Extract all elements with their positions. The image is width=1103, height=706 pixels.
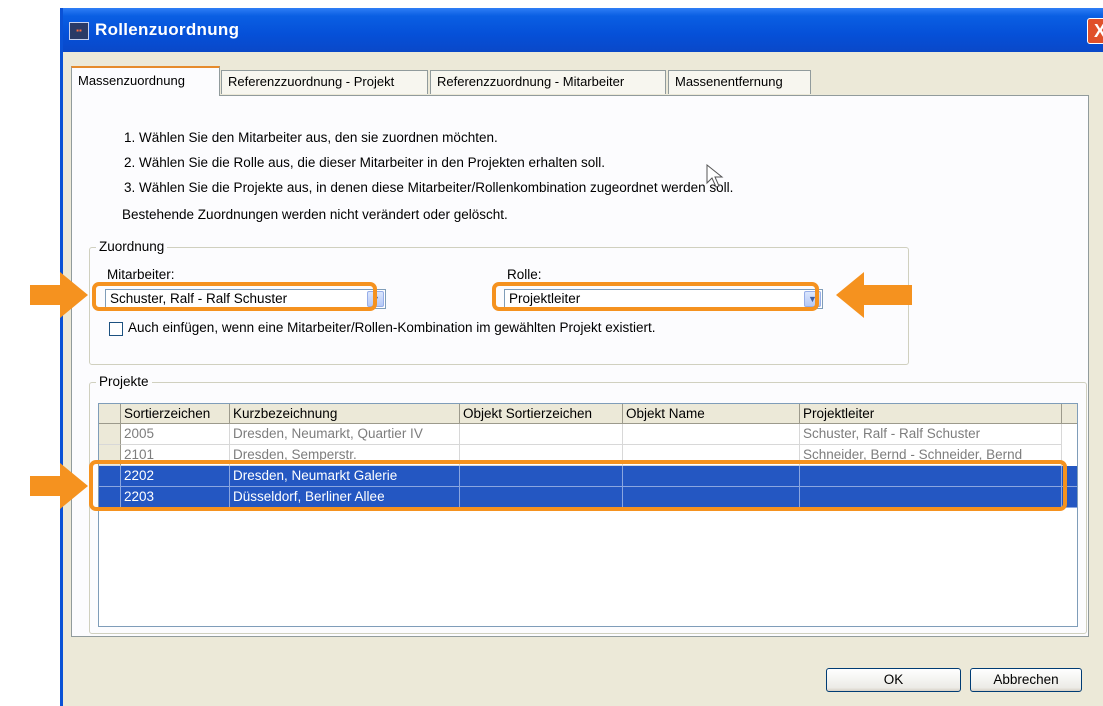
instruction-2: 2. Wählen Sie die Rolle aus, die dieser … (124, 155, 606, 170)
instruction-3: 3. Wählen Sie die Projekte aus, in denen… (124, 180, 734, 195)
tab-referenzzuordnung-projekt[interactable]: Referenzzuordnung - Projekt (221, 70, 428, 94)
cell-objekt-sortierzeichen (460, 424, 623, 445)
column-header-objekt-name[interactable]: Objekt Name (623, 404, 800, 424)
tab-massenzuordnung[interactable]: Massenzuordnung (71, 66, 220, 96)
arrow-left-icon (836, 272, 912, 318)
rolle-highlight-frame (492, 282, 819, 311)
cell-projektleiter: Schuster, Ralf - Ralf Schuster (800, 424, 1062, 445)
selected-rows-highlight-frame (89, 460, 1067, 511)
tab-referenzzuordnung-mitarbeiter[interactable]: Referenzzuordnung - Mitarbeiter (430, 70, 666, 94)
rolle-label: Rolle: (507, 267, 542, 282)
dialog-window: ▪▪ Rollenzuordnung X Massenzuordnung Ref… (60, 8, 1103, 706)
cell-kurzbezeichnung: Dresden, Neumarkt, Quartier IV (230, 424, 460, 445)
mitarbeiter-highlight-frame (92, 282, 377, 311)
arrow-right-icon (30, 463, 88, 509)
instruction-note: Bestehende Zuordnungen werden nicht verä… (122, 207, 508, 222)
column-header-objekt-sortierzeichen[interactable]: Objekt Sortierzeichen (460, 404, 623, 424)
tab-massenentfernung[interactable]: Massenentfernung (668, 70, 811, 94)
arrow-right-icon (30, 272, 88, 318)
ok-button[interactable]: OK (826, 668, 961, 692)
cancel-button[interactable]: Abbrechen (970, 668, 1082, 692)
existing-combination-checkbox[interactable] (109, 322, 123, 336)
zuordnung-legend: Zuordnung (96, 239, 168, 254)
tab-panel-massenzuordnung: 1. Wählen Sie den Mitarbeiter aus, den s… (71, 95, 1089, 637)
column-header-sortierzeichen[interactable]: Sortierzeichen (121, 404, 230, 424)
app-icon: ▪▪ (69, 22, 89, 40)
close-button[interactable]: X (1087, 18, 1103, 44)
column-header-kurzbezeichnung[interactable]: Kurzbezeichnung (230, 404, 460, 424)
existing-combination-label: Auch einfügen, wenn eine Mitarbeiter/Rol… (128, 320, 656, 335)
cell-objekt-name (623, 424, 800, 445)
projekte-legend: Projekte (96, 374, 152, 389)
grid-corner-header (99, 404, 121, 424)
table-row[interactable]: 2005 Dresden, Neumarkt, Quartier IV Schu… (99, 424, 1077, 445)
instruction-1: 1. Wählen Sie den Mitarbeiter aus, den s… (124, 130, 498, 145)
row-header[interactable] (99, 424, 121, 445)
column-header-projektleiter[interactable]: Projektleiter (800, 404, 1062, 424)
window-title: Rollenzuordnung (95, 20, 240, 39)
cell-sortierzeichen: 2005 (121, 424, 230, 445)
projekte-grid[interactable]: Sortierzeichen Kurzbezeichnung Objekt So… (98, 403, 1078, 627)
mitarbeiter-label: Mitarbeiter: (107, 267, 175, 282)
grid-header-filler (1062, 404, 1077, 424)
title-bar[interactable]: ▪▪ Rollenzuordnung X (63, 8, 1103, 52)
mouse-cursor-icon (706, 164, 724, 188)
